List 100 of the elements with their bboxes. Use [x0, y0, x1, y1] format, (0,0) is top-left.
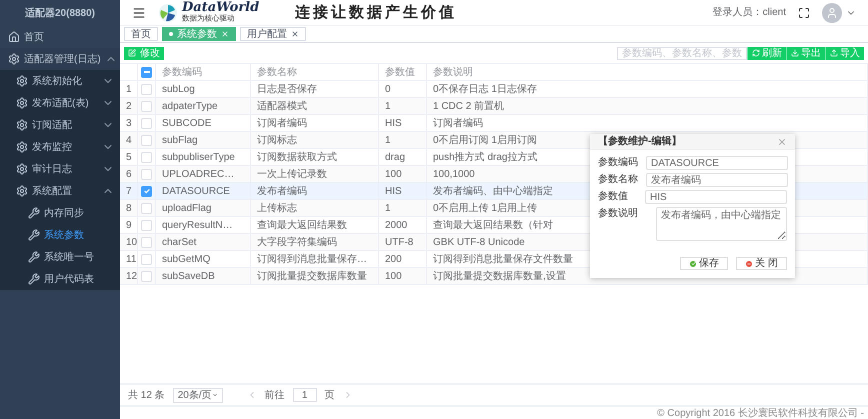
search-field[interactable]: 参数编码、参数名称、参数 — [617, 46, 747, 60]
table-cell: subpubliserType — [156, 149, 251, 165]
refresh-icon — [752, 49, 760, 57]
table-cell: 0 — [379, 81, 427, 97]
total-count: 共 12 条 — [128, 388, 165, 402]
table-cell: 发布者编码 — [251, 183, 379, 199]
checkbox[interactable] — [141, 186, 152, 196]
page-size-select[interactable]: 20条/页 — [172, 388, 223, 402]
home-icon — [8, 31, 20, 43]
sidebar-item[interactable]: 审计日志 — [0, 158, 120, 180]
gear-icon — [16, 163, 28, 175]
row-number: 11 — [120, 251, 138, 267]
dialog-title: 【参数维护-编辑】 — [598, 134, 682, 149]
table-cell: 订阅数据获取方式 — [251, 149, 379, 165]
check-icon — [142, 187, 150, 195]
export-icon — [791, 49, 799, 57]
sidebar-title: 适配器20(8880) — [24, 6, 96, 20]
table-cell: subLog — [156, 81, 251, 97]
caret-icon — [212, 391, 218, 399]
logo-icon — [158, 2, 178, 22]
sidebar-item[interactable]: 订阅适配 — [0, 114, 120, 136]
sidebar-item[interactable]: 系统唯一号 — [0, 246, 120, 268]
gear-icon — [16, 97, 28, 109]
table-cell: 100 — [379, 166, 427, 182]
table-cell: subSaveDB — [156, 268, 251, 284]
column-header: 参数名称 — [251, 64, 379, 80]
fullscreen-icon[interactable] — [798, 6, 810, 18]
row-number: 7 — [120, 183, 138, 199]
sidebar-item[interactable]: 内存同步 — [0, 202, 120, 224]
input-field[interactable]: HIS — [645, 190, 787, 204]
row-number: 9 — [120, 217, 138, 233]
table-cell: 1 — [379, 132, 427, 148]
table-cell: 200 — [379, 251, 427, 267]
gear-icon — [16, 119, 28, 131]
sidebar-item[interactable]: 系统初始化 — [0, 70, 120, 92]
slogan: 连接让数据产生价值 — [295, 2, 458, 24]
description-field[interactable]: 发布者编码，由中心端指定 — [656, 207, 787, 241]
table-cell: 订阅批量提交数据库数量 — [251, 268, 379, 284]
table-cell: 0不保存日志 1日志保存 — [427, 81, 868, 97]
column-header: 参数值 — [379, 64, 427, 80]
row-number: 4 — [120, 132, 138, 148]
close-icon[interactable] — [291, 30, 299, 38]
import-icon — [830, 49, 838, 57]
input-field[interactable]: DATASOURCE — [646, 156, 788, 170]
close-button[interactable]: 关 闭 — [736, 257, 787, 270]
user-label: 登录人员：client — [712, 6, 786, 20]
input-field[interactable]: 发布者编码 — [646, 173, 788, 187]
tab[interactable]: 首页 — [124, 27, 158, 41]
table-cell: charSet — [156, 234, 251, 250]
table-cell: 1 CDC 2 前置机 — [427, 98, 868, 114]
table-cell: 1 — [379, 98, 427, 114]
sidebar-item[interactable]: 系统参数 — [0, 224, 120, 246]
table-cell: SUBCODE — [156, 115, 251, 131]
sidebar-item[interactable]: 首页 — [0, 26, 120, 48]
table-cell: 上传标志 — [251, 200, 379, 216]
table-cell: adpaterType — [156, 98, 251, 114]
table-cell: subGetMQ — [156, 251, 251, 267]
table-cell: HIS — [379, 183, 427, 199]
table-row[interactable]: 2 adpaterType 适配器模式 1 1 CDC 2 前置机 — [120, 98, 868, 115]
row-number: 1 — [120, 81, 138, 97]
page-suffix: 页 — [324, 388, 335, 402]
row-number: 12 — [120, 268, 138, 284]
table-cell: 订阅者编码 — [251, 115, 379, 131]
menu-icon[interactable] — [132, 6, 146, 20]
table-cell: 1 — [379, 200, 427, 216]
table-cell: subFlag — [156, 132, 251, 148]
table-cell: 日志是否保存 — [251, 81, 379, 97]
table-row[interactable]: 3 SUBCODE 订阅者编码 HIS 订阅者编码 — [120, 115, 868, 132]
table-cell: uploadFlag — [156, 200, 251, 216]
save-button[interactable]: 保存 — [680, 257, 728, 270]
table-cell: 订阅得到消息批量保存… — [251, 251, 379, 267]
sidebar-item[interactable]: 发布适配(表) — [0, 92, 120, 114]
checkbox[interactable] — [141, 66, 152, 78]
sidebar-item[interactable]: 系统配置 — [0, 180, 120, 202]
goto-label: 前往 — [264, 388, 285, 402]
column-header: 参数说明 — [427, 64, 868, 80]
minus-circle-icon — [745, 260, 754, 268]
edit-icon — [128, 49, 136, 57]
sidebar-item[interactable]: 适配器管理(日志) — [0, 48, 120, 70]
wrench-icon — [28, 273, 40, 285]
row-number: 8 — [120, 200, 138, 216]
gear-icon — [16, 75, 28, 87]
row-number: 2 — [120, 98, 138, 114]
row-number: 3 — [120, 115, 138, 131]
table-cell: 100 — [379, 268, 427, 284]
table-cell: 大字段字符集编码 — [251, 234, 379, 250]
sidebar-item[interactable]: 用户代码表 — [0, 268, 120, 290]
table-row[interactable]: 1 subLog 日志是否保存 0 0不保存日志 1日志保存 — [120, 81, 868, 98]
wrench-icon — [28, 207, 40, 219]
column-header: 参数编码 — [156, 64, 251, 80]
logo-name: DataWorld — [182, 1, 260, 14]
tab[interactable]: 用户配置 — [240, 27, 306, 41]
row-number: 5 — [120, 149, 138, 165]
sidebar-item[interactable]: 发布监控 — [0, 136, 120, 158]
table-cell: UTF-8 — [379, 234, 427, 250]
table-cell: 查询最大返回结果数 — [251, 217, 379, 233]
table-cell: HIS — [379, 115, 427, 131]
gear-icon — [8, 53, 20, 65]
page-input[interactable]: 1 — [292, 388, 317, 402]
table-cell: queryResultN… — [156, 217, 251, 233]
